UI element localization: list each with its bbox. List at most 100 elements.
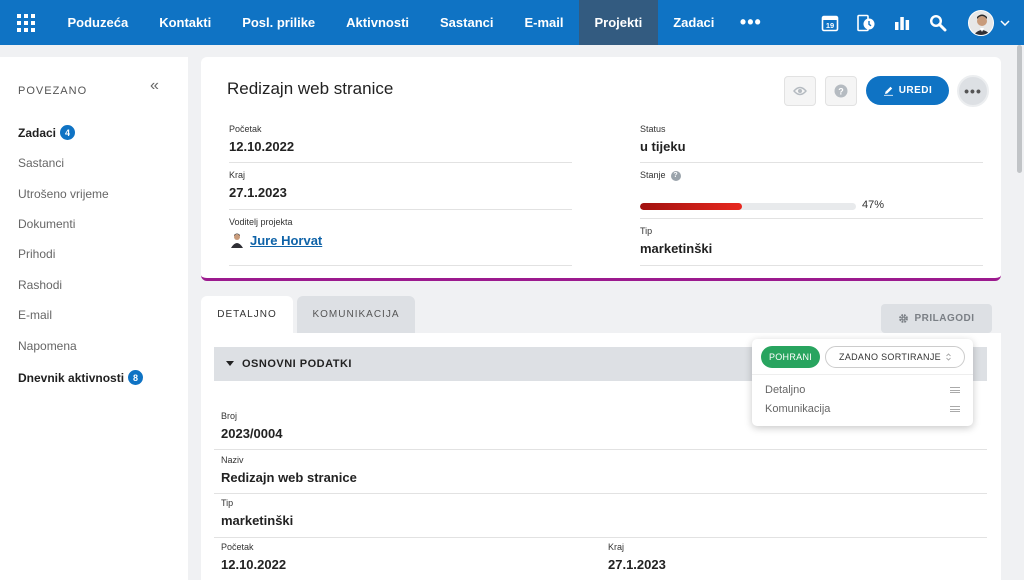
sidebar-item-label: Napomena xyxy=(18,339,77,353)
tab-komunikacija[interactable]: KOMUNIKACIJA xyxy=(297,296,415,333)
more-actions-button[interactable]: ••• xyxy=(957,75,989,107)
page-scrollbar[interactable] xyxy=(1017,45,1022,173)
edit-button-label: UREDI xyxy=(898,85,933,96)
sidebar-item-dokumenti[interactable]: Dokumenti xyxy=(18,217,75,231)
help-icon: ? xyxy=(834,84,848,98)
tab-order-row-detaljno[interactable]: Detaljno xyxy=(765,384,960,396)
divider xyxy=(229,209,572,210)
sidebar-item-label: Dnevnik aktivnosti xyxy=(18,370,125,385)
count-badge: 8 xyxy=(128,370,144,385)
nav-menu: Poduzeća Kontakti Posl. prilike Aktivnos… xyxy=(52,0,772,45)
field-label: Početak xyxy=(229,124,262,134)
status-field: Status u tijeku xyxy=(640,124,686,154)
type-field: Tip marketinški xyxy=(640,226,712,256)
info-icon[interactable]: ? xyxy=(670,170,681,181)
pencil-icon xyxy=(883,86,893,96)
sort-arrows-icon xyxy=(946,353,951,361)
sort-select[interactable]: ZADANO SORTIRANJE xyxy=(825,346,965,368)
watch-button[interactable] xyxy=(784,76,816,106)
field-label: Kraj xyxy=(229,170,246,180)
field-label: Broj xyxy=(221,411,238,421)
collapse-sidebar-icon[interactable]: « xyxy=(150,77,159,95)
sidebar-item-sastanci[interactable]: Sastanci xyxy=(18,156,64,170)
start-date-field-detail: Početak 12.10.2022 xyxy=(221,542,286,572)
sidebar-item-zadaci[interactable]: Zadaci 4 xyxy=(18,125,76,140)
customize-button[interactable]: PRILAGODI xyxy=(881,304,992,333)
reports-chart-icon[interactable] xyxy=(884,0,920,45)
field-label: Naziv xyxy=(221,455,244,465)
number-field: Broj 2023/0004 xyxy=(221,411,282,441)
project-lead-field: Voditelj projekta Jure Horvat xyxy=(229,217,322,248)
drag-handle-icon[interactable] xyxy=(950,387,960,393)
progress-percent: 47% xyxy=(862,199,885,211)
nav-item-sastanci[interactable]: Sastanci xyxy=(425,0,509,45)
time-tracking-icon[interactable] xyxy=(848,0,884,45)
eye-icon xyxy=(793,86,807,96)
count-badge: 4 xyxy=(60,125,76,140)
name-field: Naziv Redizajn web stranice xyxy=(221,455,357,485)
field-value: Redizajn web stranice xyxy=(221,470,357,485)
sidebar-item-prihodi[interactable]: Prihodi xyxy=(18,247,55,261)
sidebar-item-rashodi[interactable]: Rashodi xyxy=(18,278,62,292)
field-value: Jure Horvat xyxy=(229,232,322,248)
field-label: Status xyxy=(640,124,666,134)
field-value: 2023/0004 xyxy=(221,426,283,441)
calendar-icon[interactable]: 19 xyxy=(812,0,848,45)
tab-detaljno[interactable]: DETALJNO xyxy=(201,296,293,333)
related-sidebar: POVEZANO « Zadaci 4 Sastanci Utrošeno vr… xyxy=(0,57,188,580)
field-label: Voditelj projekta xyxy=(229,217,293,227)
sidebar-item-label: Dokumenti xyxy=(18,217,76,231)
sidebar-heading: POVEZANO xyxy=(18,85,88,97)
progress-field: Stanje? xyxy=(640,170,681,181)
nav-item-projekti[interactable]: Projekti xyxy=(579,0,658,45)
user-avatar[interactable] xyxy=(968,9,994,36)
sidebar-item-email[interactable]: E-mail xyxy=(18,308,52,322)
gear-icon xyxy=(899,314,909,323)
apps-grid-icon[interactable] xyxy=(0,0,52,45)
calendar-day-text: 19 xyxy=(826,21,834,30)
chevron-down-icon[interactable] xyxy=(994,0,1016,45)
sidebar-item-label: Sastanci xyxy=(18,156,65,170)
nav-more-button[interactable]: ••• xyxy=(730,0,772,45)
nav-item-poduzeca[interactable]: Poduzeća xyxy=(52,0,144,45)
divider xyxy=(229,265,572,266)
tab-order-row-komunikacija[interactable]: Komunikacija xyxy=(765,403,960,415)
nav-item-email[interactable]: E-mail xyxy=(509,0,579,45)
edit-button[interactable]: UREDI xyxy=(866,76,949,105)
tab-order-label: Komunikacija xyxy=(765,403,831,415)
nav-item-posl-prilike[interactable]: Posl. prilike xyxy=(227,0,331,45)
end-date-field: Kraj 27.1.2023 xyxy=(229,170,287,200)
page-title: Redizajn web stranice xyxy=(227,79,394,98)
field-value: marketinški xyxy=(221,513,294,528)
sidebar-item-utroseno-vrijeme[interactable]: Utrošeno vrijeme xyxy=(18,187,109,201)
progress-bar xyxy=(640,203,856,210)
divider xyxy=(214,449,987,450)
field-value: 27.1.2023 xyxy=(229,185,287,200)
help-button[interactable]: ? xyxy=(825,76,857,106)
customize-button-label: PRILAGODI xyxy=(914,313,975,324)
search-icon[interactable] xyxy=(920,0,956,45)
nav-item-kontakti[interactable]: Kontakti xyxy=(144,0,227,45)
nav-item-aktivnosti[interactable]: Aktivnosti xyxy=(331,0,425,45)
caret-down-icon xyxy=(226,361,234,366)
customize-popover: POHRANI ZADANO SORTIRANJE Detaljno Komun… xyxy=(752,339,973,426)
divider xyxy=(640,218,983,219)
nav-item-zadaci[interactable]: Zadaci xyxy=(658,0,730,45)
divider xyxy=(640,265,983,266)
divider xyxy=(214,537,987,538)
divider xyxy=(640,162,983,163)
field-value: 12.10.2022 xyxy=(221,557,287,572)
save-button[interactable]: POHRANI xyxy=(761,346,820,368)
field-label: Kraj xyxy=(608,542,625,552)
sidebar-item-dnevnik-aktivnosti[interactable]: Dnevnik aktivnosti 8 xyxy=(18,370,144,385)
sidebar-item-napomena[interactable]: Napomena xyxy=(18,339,77,353)
nav-right-tools: 19 xyxy=(812,0,1024,45)
type-field-detail: Tip marketinški xyxy=(221,498,293,528)
field-value: u tijeku xyxy=(640,139,686,154)
field-value: 12.10.2022 xyxy=(229,139,295,154)
divider xyxy=(214,493,987,494)
tab-order-label: Detaljno xyxy=(765,384,806,396)
drag-handle-icon[interactable] xyxy=(950,406,960,412)
project-lead-link[interactable]: Jure Horvat xyxy=(250,233,322,248)
divider xyxy=(229,162,572,163)
